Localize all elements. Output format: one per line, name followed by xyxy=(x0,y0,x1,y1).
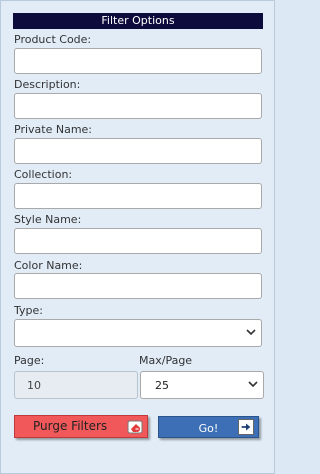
purge-filters-button[interactable]: Purge Filters xyxy=(14,415,148,438)
style-name-label: Style Name: xyxy=(14,213,82,226)
type-select[interactable] xyxy=(14,319,262,347)
private-name-input[interactable] xyxy=(14,138,262,164)
chevron-down-icon xyxy=(246,329,256,336)
eraser-icon xyxy=(127,420,143,434)
color-name-label: Color Name: xyxy=(14,259,83,272)
maxpage-select[interactable]: 25 xyxy=(140,371,264,399)
page-label: Page: xyxy=(14,354,45,367)
collection-label: Collection: xyxy=(14,168,73,181)
product-code-input[interactable] xyxy=(14,48,262,74)
type-label: Type: xyxy=(14,304,43,317)
page-input[interactable]: 10 xyxy=(14,371,138,399)
style-name-input[interactable] xyxy=(14,228,262,254)
private-name-label: Private Name: xyxy=(14,123,93,136)
maxpage-label: Max/Page xyxy=(139,354,193,367)
collection-input[interactable] xyxy=(14,183,262,209)
arrow-right-icon xyxy=(238,419,254,435)
go-button[interactable]: Go! xyxy=(158,416,259,438)
description-input[interactable] xyxy=(14,93,262,119)
description-label: Description: xyxy=(14,78,81,91)
maxpage-select-value: 25 xyxy=(155,378,169,392)
purge-filters-label: Purge Filters xyxy=(33,419,108,433)
panel-title: Filter Options xyxy=(13,13,263,29)
color-name-input[interactable] xyxy=(14,273,262,299)
filter-panel: Filter Options Product Code: Description… xyxy=(0,0,275,474)
chevron-down-icon xyxy=(248,381,258,388)
go-label: Go! xyxy=(198,422,219,435)
product-code-label: Product Code: xyxy=(14,33,92,46)
